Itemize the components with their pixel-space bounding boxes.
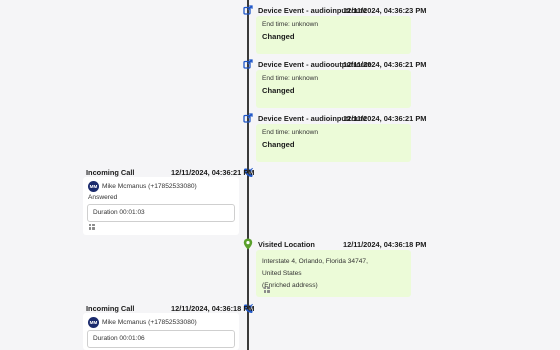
- event-status: Changed: [262, 32, 295, 41]
- call-duration-box: Duration 00:01:06: [87, 330, 235, 348]
- avatar: MM: [88, 317, 99, 328]
- timeline-view: Device Event - audioinputroute 12/11/202…: [0, 0, 560, 350]
- location-title: Visited Location: [258, 240, 315, 249]
- event-status: Changed: [262, 140, 295, 149]
- device-event-icon: [240, 56, 256, 72]
- location-address: Interstate 4, Orlando, Florida 34747, Un…: [262, 256, 384, 292]
- call-duration: Duration 00:01:06: [93, 335, 145, 342]
- call-contact[interactable]: Mike Mcmanus (+17852533080): [102, 319, 197, 326]
- call-contact[interactable]: Mike Mcmanus (+17852533080): [102, 183, 197, 190]
- device-event-icon: [240, 2, 256, 18]
- grid-icon[interactable]: [89, 224, 95, 230]
- call-timestamp: 12/11/2024, 04:36:18 PM: [171, 304, 255, 313]
- location-pin-icon: [240, 236, 256, 252]
- event-timestamp: 12/11/2024, 04:36:21 PM: [343, 60, 427, 69]
- event-end-time: End time: unknown: [262, 129, 319, 136]
- avatar: MM: [88, 181, 99, 192]
- call-title: Incoming Call: [86, 304, 135, 313]
- call-state: Answered: [88, 194, 118, 201]
- call-duration-box: Duration 00:01:03: [87, 204, 235, 222]
- location-timestamp: 12/11/2024, 04:36:18 PM: [343, 240, 427, 249]
- event-end-time: End time: unknown: [262, 75, 319, 82]
- event-status: Changed: [262, 86, 295, 95]
- event-timestamp: 12/11/2024, 04:36:21 PM: [343, 114, 427, 123]
- event-timestamp: 12/11/2024, 04:36:23 PM: [343, 6, 427, 15]
- call-title: Incoming Call: [86, 168, 135, 177]
- call-duration: Duration 00:01:03: [93, 209, 145, 216]
- address-note: (Enriched address): [262, 282, 318, 289]
- call-timestamp: 12/11/2024, 04:36:21 PM: [171, 168, 255, 177]
- event-end-time: End time: unknown: [262, 21, 319, 28]
- address-text: Interstate 4, Orlando, Florida 34747, Un…: [262, 258, 368, 277]
- device-event-icon: [240, 110, 256, 126]
- grid-icon[interactable]: [264, 287, 270, 293]
